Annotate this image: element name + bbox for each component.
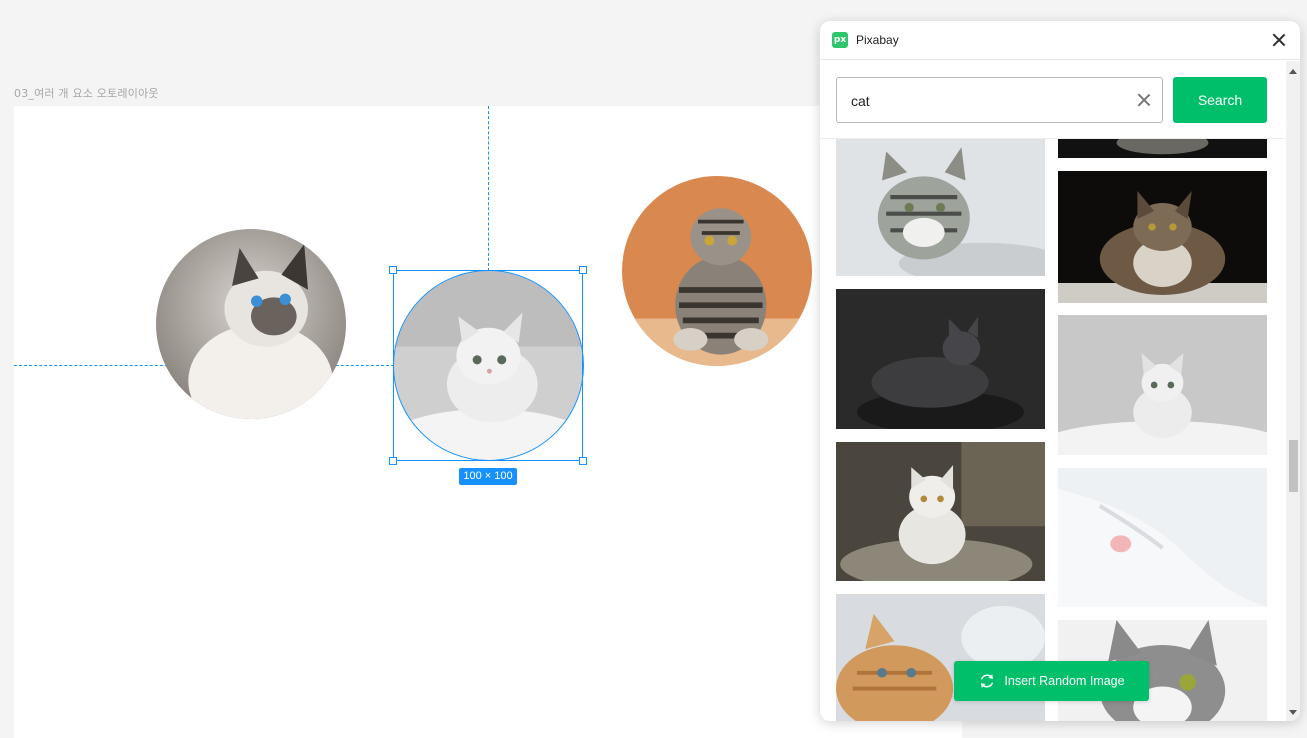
close-icon[interactable] xyxy=(1272,33,1286,47)
resize-handle-bottom-right[interactable] xyxy=(579,457,587,465)
result-image[interactable] xyxy=(1058,315,1267,455)
pixabay-logo-icon: px xyxy=(832,32,848,48)
cat-image-circle-3[interactable] xyxy=(622,176,812,366)
result-image[interactable] xyxy=(836,594,1045,721)
results-scrollbar[interactable] xyxy=(1286,61,1300,721)
result-image[interactable] xyxy=(836,442,1045,581)
result-image[interactable] xyxy=(836,289,1045,429)
panel-title: Pixabay xyxy=(856,33,899,47)
panel-header: px Pixabay xyxy=(820,21,1300,60)
cat-image-circle-1[interactable] xyxy=(156,229,346,419)
search-input[interactable] xyxy=(851,90,1121,112)
insert-random-image-label: Insert Random Image xyxy=(1004,674,1125,688)
refresh-icon xyxy=(981,674,994,688)
image-results-grid xyxy=(820,139,1285,721)
result-image[interactable] xyxy=(836,139,1045,276)
result-image[interactable] xyxy=(1058,468,1267,607)
result-image[interactable] xyxy=(1058,171,1267,303)
resize-handle-bottom-left[interactable] xyxy=(389,457,397,465)
resize-handle-top-right[interactable] xyxy=(579,266,587,274)
insert-random-image-button[interactable]: Insert Random Image xyxy=(954,661,1149,701)
selection-outline xyxy=(393,270,584,461)
scrollbar-thumb[interactable] xyxy=(1289,440,1298,492)
alignment-guide-vertical xyxy=(488,106,489,271)
scroll-up-arrow-icon[interactable] xyxy=(1289,69,1297,74)
search-field[interactable] xyxy=(836,77,1163,123)
pixabay-panel: px Pixabay Search xyxy=(820,21,1300,721)
search-button[interactable]: Search xyxy=(1173,77,1267,123)
clear-icon[interactable] xyxy=(1138,94,1150,106)
frame-label[interactable]: 03_여러 개 요소 오토레이아웃 xyxy=(14,85,159,101)
search-row: Search xyxy=(836,77,1267,123)
result-image[interactable] xyxy=(1058,139,1267,158)
scroll-down-arrow-icon[interactable] xyxy=(1289,710,1297,715)
resize-handle-top-left[interactable] xyxy=(389,266,397,274)
size-badge: 100 × 100 xyxy=(459,468,517,485)
